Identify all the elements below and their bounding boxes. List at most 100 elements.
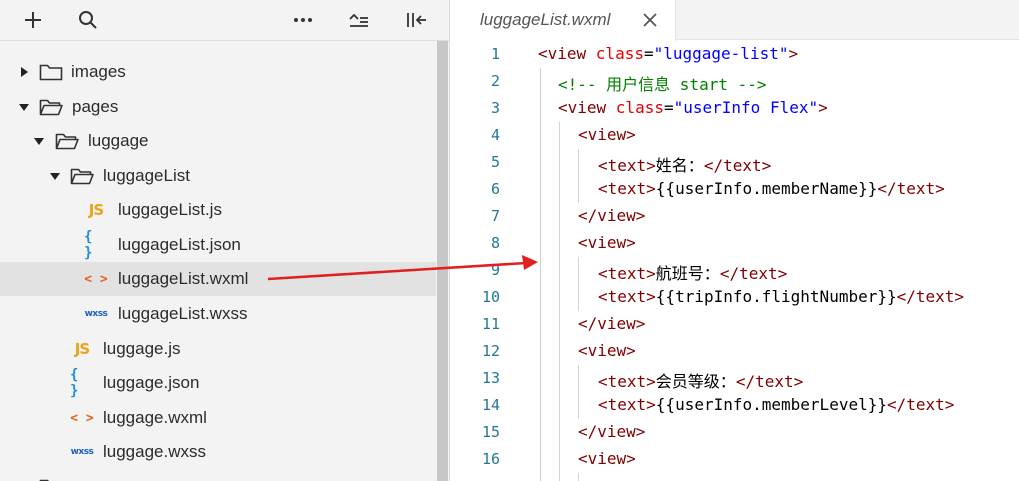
line-content: <view> <box>578 449 636 468</box>
code-token: > <box>788 44 799 63</box>
code-token: </view> <box>578 206 646 225</box>
tree-item-luggage-json[interactable]: { } luggage.json <box>0 366 436 400</box>
chevron-down-icon[interactable] <box>34 136 44 146</box>
code-line[interactable]: 3 <view class="userInfo Flex"> <box>450 95 1019 122</box>
json-file-icon: { } <box>84 229 93 261</box>
code-token: 航班号： <box>655 264 720 283</box>
code-line[interactable]: 9 <text>航班号：</text> <box>450 257 1019 284</box>
tree-item-pages-folder[interactable]: pages <box>0 90 436 124</box>
sidebar-scroll-thumb[interactable] <box>437 41 448 481</box>
code-token: </text> <box>703 156 772 175</box>
code-token: <text> <box>598 287 656 306</box>
close-icon[interactable] <box>641 11 659 29</box>
line-number: 1 <box>490 45 500 63</box>
line-content: <!-- 用户信息 start --> <box>558 71 767 95</box>
line-number: 4 <box>490 126 500 144</box>
tree-item-label: luggageList.wxss <box>118 304 248 323</box>
indent-guide <box>578 473 579 481</box>
code-line[interactable]: 10 <text>{{tripInfo.flightNumber}}</text> <box>450 284 1019 311</box>
tree-item-partial[interactable] <box>0 470 436 481</box>
json-file-icon: { } <box>70 367 79 399</box>
tab-title: luggageList.wxml <box>480 10 611 29</box>
line-number: 15 <box>481 423 500 441</box>
tree-item-luggagelist-wxss[interactable]: wxss luggageList.wxss <box>0 297 436 331</box>
code-line[interactable]: 2 <!-- 用户信息 start --> <box>450 68 1019 95</box>
collapse-all-icon <box>349 13 368 27</box>
code-token: </text> <box>877 179 945 198</box>
line-number: 3 <box>490 99 500 117</box>
tree-item-luggage-js[interactable]: JS luggage.js <box>0 332 436 366</box>
tree-item-luggagelist-js[interactable]: JS luggageList.js <box>0 193 436 227</box>
code-line[interactable]: 6 <text>{{userInfo.memberName}}</text> <box>450 176 1019 203</box>
tree-item-images-folder[interactable]: images <box>0 55 436 89</box>
line-content: </view> <box>578 314 645 333</box>
add-button[interactable] <box>19 6 47 34</box>
tree-item-luggagelist-wxml[interactable]: < > luggageList.wxml <box>0 262 436 296</box>
tree-item-luggagelist-json[interactable]: { } luggageList.json <box>0 228 436 262</box>
tree-item-label: pages <box>72 97 119 116</box>
code-token: <view> <box>578 233 636 252</box>
code-line[interactable]: 14 <text>{{userInfo.memberLevel}}</text> <box>450 392 1019 419</box>
line-number: 2 <box>490 72 500 90</box>
more-button[interactable] <box>289 6 317 34</box>
line-number: 6 <box>490 180 500 198</box>
code-token: = <box>643 44 654 63</box>
code-area[interactable]: 1 <view class="luggage-list"> 2 <!-- 用户信息 s… <box>450 41 1019 481</box>
chevron-down-icon[interactable] <box>19 102 29 112</box>
tree-item-label: luggageList.js <box>118 200 222 219</box>
code-token: </text> <box>886 395 955 414</box>
tree-item-label: luggageList.wxml <box>118 269 249 288</box>
code-token: class <box>615 98 664 117</box>
line-content: <text>航班号：</text> <box>598 260 787 284</box>
file-tree: images pages luggage luggageList JS lugg… <box>0 41 436 481</box>
tree-item-label: luggage.wxss <box>103 442 207 461</box>
toggle-sidebar-button[interactable] <box>402 6 430 34</box>
search-button[interactable] <box>74 6 102 34</box>
chevron-right-icon[interactable] <box>19 67 29 77</box>
code-token: {{tripInfo.flightNumber}} <box>655 287 897 306</box>
code-token: "userInfo Flex" <box>673 98 819 117</box>
code-line[interactable]: 7 </view> <box>450 203 1019 230</box>
line-content: <text>会员等级：</text> <box>598 368 803 392</box>
tab-luggagelist-wxml[interactable]: luggageList.wxml <box>450 0 676 41</box>
chevron-down-icon[interactable] <box>50 171 60 181</box>
code-line[interactable]: 12 <view> <box>450 338 1019 365</box>
file-explorer-sidebar: images pages luggage luggageList JS lugg… <box>0 0 449 481</box>
line-number: 11 <box>481 315 500 333</box>
code-line[interactable]: 16 <view> <box>450 446 1019 473</box>
line-number: 8 <box>490 234 500 252</box>
sidebar-scrollbar[interactable] <box>437 41 448 481</box>
code-token: <view <box>538 44 596 63</box>
line-content: <view class="luggage-list"> <box>538 44 798 63</box>
js-file-icon: JS <box>74 340 90 358</box>
line-number: 14 <box>481 396 500 414</box>
code-line[interactable]: 15 </view> <box>450 419 1019 446</box>
code-line[interactable]: 8 <view> <box>450 230 1019 257</box>
tree-item-luggage-wxss[interactable]: wxss luggage.wxss <box>0 435 436 469</box>
wxss-file-icon: wxss <box>84 309 108 319</box>
tree-item-luggage-wxml[interactable]: < > luggage.wxml <box>0 401 436 435</box>
tree-item-luggagelist-folder[interactable]: luggageList <box>0 159 436 193</box>
line-number: 9 <box>490 261 500 279</box>
code-line[interactable]: 4 <view> <box>450 122 1019 149</box>
line-content: <text>姓名：</text> <box>598 152 771 176</box>
line-number: 5 <box>490 153 500 171</box>
line-content: </view> <box>578 422 645 441</box>
folder-open-icon <box>55 132 79 150</box>
code-token: <!-- 用户信息 start --> <box>558 75 767 94</box>
line-number: 13 <box>481 369 500 387</box>
tree-item-label: luggage <box>88 131 149 150</box>
tree-item-luggage-folder[interactable]: luggage <box>0 124 436 158</box>
line-number: 16 <box>481 450 500 468</box>
tree-item-label: luggageList.json <box>118 235 241 254</box>
code-line[interactable]: 13 <text>会员等级：</text> <box>450 365 1019 392</box>
js-file-icon: JS <box>88 201 104 219</box>
code-line[interactable]: 5 <text>姓名：</text> <box>450 149 1019 176</box>
code-line[interactable]: 1 <view class="luggage-list"> <box>450 41 1019 68</box>
line-number: 7 <box>490 207 500 225</box>
code-line[interactable]: 11 </view> <box>450 311 1019 338</box>
tree-item-label: luggage.wxml <box>103 408 207 427</box>
editor-tab-bar: luggageList.wxml <box>450 0 1019 41</box>
wxss-file-icon: wxss <box>70 447 94 457</box>
collapse-all-button[interactable] <box>345 6 373 34</box>
